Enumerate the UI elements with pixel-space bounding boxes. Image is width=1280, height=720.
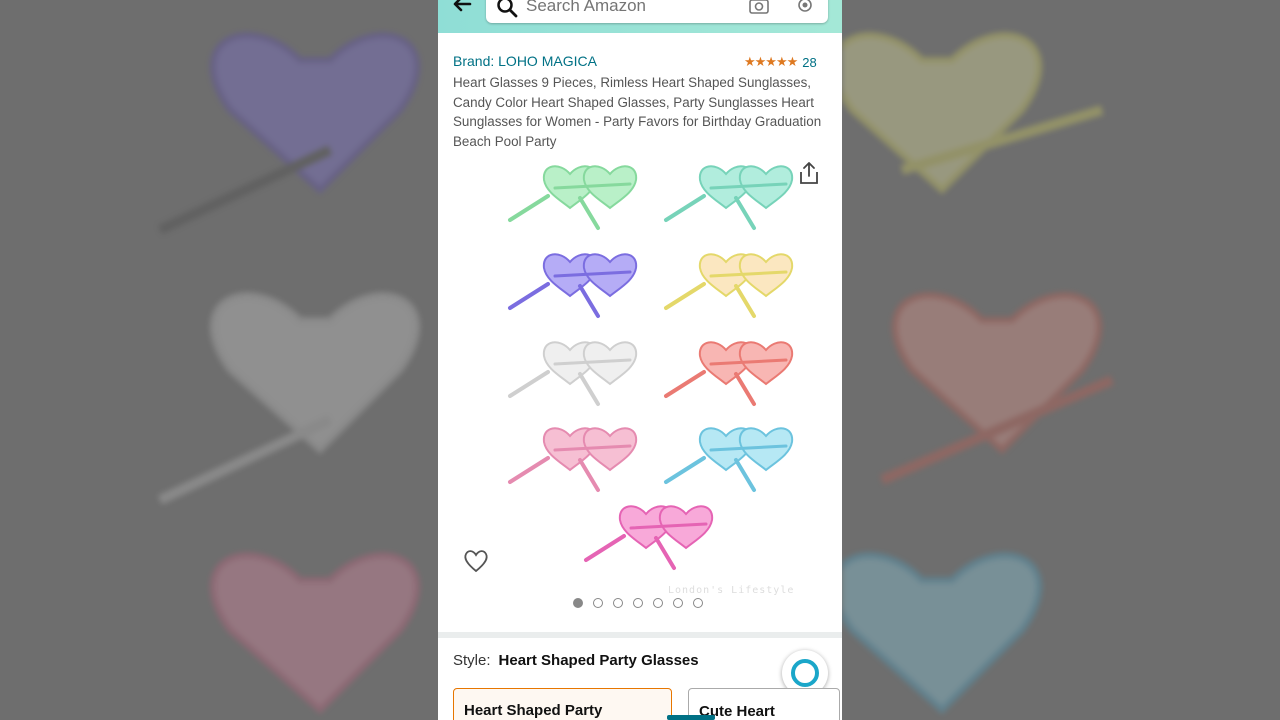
search-input[interactable] bbox=[526, 0, 726, 16]
star-rating-icon: ★★★★★ bbox=[744, 54, 798, 69]
back-arrow-icon[interactable] bbox=[450, 0, 474, 16]
product-image[interactable] bbox=[438, 150, 842, 590]
share-icon[interactable] bbox=[798, 160, 820, 186]
background-right-blur bbox=[842, 0, 1280, 720]
image-watermark: London's Lifestyle bbox=[668, 585, 795, 596]
search-box[interactable] bbox=[486, 0, 828, 23]
pagination-dot[interactable] bbox=[573, 598, 583, 608]
glasses-green-1 bbox=[508, 164, 639, 230]
glasses-clear bbox=[508, 340, 639, 406]
glasses-magenta bbox=[584, 504, 715, 570]
alexa-icon bbox=[791, 659, 819, 687]
style-label: Style: bbox=[453, 652, 491, 669]
glasses-yellow bbox=[664, 252, 795, 318]
style-option-heart-shaped-party[interactable]: Heart Shaped Party bbox=[453, 688, 672, 720]
glasses-red bbox=[664, 340, 795, 406]
rating-count[interactable]: 28 bbox=[802, 55, 816, 70]
glasses-blue bbox=[664, 426, 795, 492]
product-title: Heart Glasses 9 Pieces, Rimless Heart Sh… bbox=[453, 75, 822, 149]
style-selector-label: Style: Heart Shaped Party Glasses bbox=[453, 652, 699, 669]
top-search-bar bbox=[438, 0, 842, 33]
pagination-dot[interactable] bbox=[653, 598, 663, 608]
pagination-dot[interactable] bbox=[613, 598, 623, 608]
mic-icon[interactable] bbox=[796, 0, 814, 17]
glasses-teal bbox=[664, 164, 795, 230]
section-divider bbox=[438, 632, 842, 638]
background-left-blur bbox=[0, 0, 438, 720]
rating-summary[interactable]: ★★★★★ 28 bbox=[744, 54, 817, 70]
pagination-dot[interactable] bbox=[673, 598, 683, 608]
image-pagination[interactable] bbox=[573, 598, 703, 608]
glasses-pink bbox=[508, 426, 639, 492]
scroll-indicator bbox=[667, 715, 715, 720]
glasses-purple bbox=[508, 252, 639, 318]
brand-link[interactable]: Brand: LOHO MAGICA bbox=[453, 53, 597, 69]
search-icon bbox=[497, 0, 518, 18]
pagination-dot[interactable] bbox=[593, 598, 603, 608]
style-value: Heart Shaped Party Glasses bbox=[498, 652, 699, 669]
heart-icon[interactable] bbox=[462, 548, 490, 574]
amazon-app-screen: Brand: LOHO MAGICA ★★★★★ 28 Heart Glasse… bbox=[438, 0, 842, 720]
camera-icon[interactable] bbox=[748, 0, 770, 15]
pagination-dot[interactable] bbox=[693, 598, 703, 608]
pagination-dot[interactable] bbox=[633, 598, 643, 608]
